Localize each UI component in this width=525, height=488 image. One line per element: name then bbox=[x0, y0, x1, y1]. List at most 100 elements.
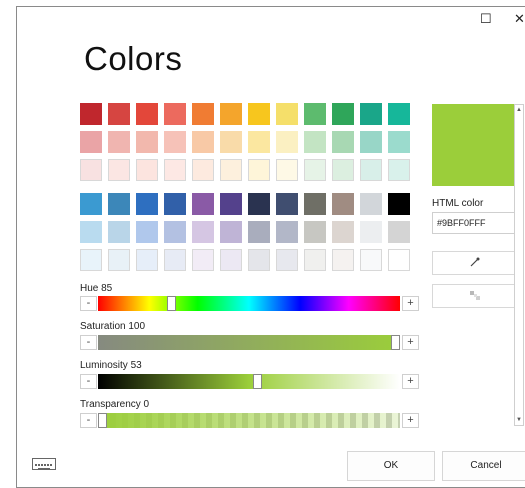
transparency-slider-thumb[interactable] bbox=[98, 413, 107, 428]
color-swatch[interactable] bbox=[360, 249, 382, 271]
color-swatch[interactable] bbox=[332, 131, 354, 153]
color-swatch[interactable] bbox=[108, 249, 130, 271]
hue-slider-thumb[interactable] bbox=[167, 296, 176, 311]
color-swatch[interactable] bbox=[304, 131, 326, 153]
color-swatch[interactable] bbox=[220, 221, 242, 243]
saturation-slider-thumb[interactable] bbox=[391, 335, 400, 350]
color-swatch[interactable] bbox=[108, 131, 130, 153]
color-swatch[interactable] bbox=[108, 193, 130, 215]
color-swatch[interactable] bbox=[80, 103, 102, 125]
color-swatch[interactable] bbox=[304, 221, 326, 243]
color-swatch[interactable] bbox=[388, 221, 410, 243]
color-swatch[interactable] bbox=[136, 221, 158, 243]
color-swatch[interactable] bbox=[80, 249, 102, 271]
color-swatch[interactable] bbox=[248, 249, 270, 271]
color-swatch[interactable] bbox=[136, 193, 158, 215]
luminosity-decrease-button[interactable]: - bbox=[80, 374, 97, 389]
pixel-picker-button[interactable] bbox=[432, 284, 516, 308]
color-swatch[interactable] bbox=[304, 249, 326, 271]
color-swatch[interactable] bbox=[332, 249, 354, 271]
color-swatch[interactable] bbox=[164, 249, 186, 271]
color-swatch[interactable] bbox=[80, 131, 102, 153]
color-swatch[interactable] bbox=[220, 193, 242, 215]
html-color-input[interactable]: #9BFF0FFF bbox=[432, 212, 516, 234]
cancel-button[interactable]: Cancel bbox=[442, 451, 525, 481]
color-swatch[interactable] bbox=[192, 193, 214, 215]
color-swatch[interactable] bbox=[192, 249, 214, 271]
color-swatch[interactable] bbox=[248, 221, 270, 243]
luminosity-slider[interactable] bbox=[98, 374, 400, 389]
color-swatch[interactable] bbox=[304, 193, 326, 215]
hue-decrease-button[interactable]: - bbox=[80, 296, 97, 311]
saturation-decrease-button[interactable]: - bbox=[80, 335, 97, 350]
color-swatch[interactable] bbox=[276, 221, 298, 243]
color-swatch[interactable] bbox=[360, 103, 382, 125]
keyboard-icon[interactable] bbox=[32, 458, 56, 470]
color-swatch[interactable] bbox=[164, 159, 186, 181]
color-swatch[interactable] bbox=[192, 221, 214, 243]
color-swatch[interactable] bbox=[248, 193, 270, 215]
saturation-slider[interactable] bbox=[98, 335, 400, 350]
maximize-button[interactable]: ☐ bbox=[480, 12, 492, 26]
color-swatch[interactable] bbox=[304, 103, 326, 125]
color-swatch[interactable] bbox=[248, 159, 270, 181]
color-swatch[interactable] bbox=[276, 103, 298, 125]
color-swatch[interactable] bbox=[164, 193, 186, 215]
color-swatch[interactable] bbox=[360, 131, 382, 153]
color-swatch[interactable] bbox=[248, 131, 270, 153]
scroll-down-icon[interactable]: ▼ bbox=[515, 415, 523, 425]
luminosity-slider-thumb[interactable] bbox=[253, 374, 262, 389]
color-swatch[interactable] bbox=[220, 131, 242, 153]
luminosity-increase-button[interactable]: + bbox=[402, 374, 419, 389]
saturation-increase-button[interactable]: + bbox=[402, 335, 419, 350]
color-swatch[interactable] bbox=[388, 159, 410, 181]
color-swatch[interactable] bbox=[164, 131, 186, 153]
color-swatch[interactable] bbox=[108, 159, 130, 181]
color-swatch[interactable] bbox=[304, 159, 326, 181]
color-swatch[interactable] bbox=[360, 159, 382, 181]
color-swatch[interactable] bbox=[332, 193, 354, 215]
color-swatch[interactable] bbox=[80, 159, 102, 181]
color-swatch[interactable] bbox=[388, 249, 410, 271]
ok-button[interactable]: OK bbox=[347, 451, 435, 481]
color-swatch[interactable] bbox=[360, 193, 382, 215]
transparency-increase-button[interactable]: + bbox=[402, 413, 419, 428]
color-swatch[interactable] bbox=[248, 103, 270, 125]
color-swatch[interactable] bbox=[136, 131, 158, 153]
scroll-up-icon[interactable]: ▲ bbox=[515, 105, 523, 115]
color-swatch[interactable] bbox=[388, 131, 410, 153]
close-button[interactable]: ✕ bbox=[514, 12, 525, 26]
color-swatch[interactable] bbox=[136, 249, 158, 271]
color-swatch[interactable] bbox=[192, 159, 214, 181]
color-swatch[interactable] bbox=[276, 193, 298, 215]
hue-slider[interactable] bbox=[98, 296, 400, 311]
color-swatch[interactable] bbox=[332, 159, 354, 181]
color-swatch[interactable] bbox=[80, 193, 102, 215]
color-swatch[interactable] bbox=[220, 103, 242, 125]
hue-label: Hue 85 bbox=[80, 283, 113, 294]
color-swatch[interactable] bbox=[276, 159, 298, 181]
eyedropper-button[interactable] bbox=[432, 251, 516, 275]
color-swatch[interactable] bbox=[360, 221, 382, 243]
color-swatch[interactable] bbox=[388, 103, 410, 125]
color-swatch[interactable] bbox=[220, 249, 242, 271]
transparency-slider[interactable] bbox=[98, 413, 400, 428]
color-swatch[interactable] bbox=[332, 103, 354, 125]
transparency-decrease-button[interactable]: - bbox=[80, 413, 97, 428]
color-swatch[interactable] bbox=[136, 103, 158, 125]
color-swatch[interactable] bbox=[220, 159, 242, 181]
color-swatch[interactable] bbox=[276, 249, 298, 271]
color-swatch[interactable] bbox=[388, 193, 410, 215]
color-swatch[interactable] bbox=[192, 131, 214, 153]
color-swatch[interactable] bbox=[276, 131, 298, 153]
color-swatch[interactable] bbox=[164, 103, 186, 125]
color-swatch[interactable] bbox=[108, 103, 130, 125]
color-swatch[interactable] bbox=[80, 221, 102, 243]
color-swatch[interactable] bbox=[164, 221, 186, 243]
hue-increase-button[interactable]: + bbox=[402, 296, 419, 311]
color-swatch[interactable] bbox=[136, 159, 158, 181]
color-swatch[interactable] bbox=[192, 103, 214, 125]
scrollbar[interactable]: ▲ ▼ bbox=[514, 104, 524, 426]
color-swatch[interactable] bbox=[108, 221, 130, 243]
color-swatch[interactable] bbox=[332, 221, 354, 243]
